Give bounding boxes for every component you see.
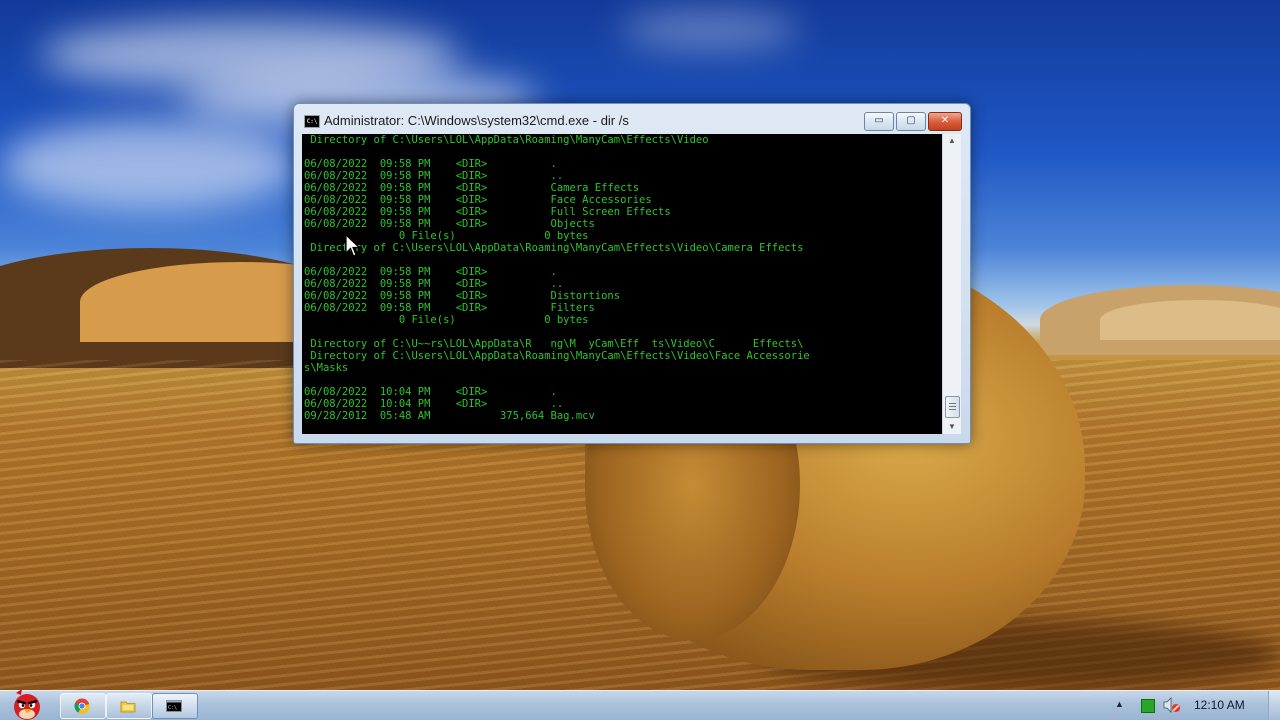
close-button[interactable]: ✕ — [928, 112, 962, 131]
svg-text:C:\: C:\ — [168, 705, 177, 711]
console-output[interactable]: Directory of C:\Users\LOL\AppData\Roamin… — [302, 134, 942, 434]
angry-bird-start-icon — [14, 689, 40, 720]
cmd-icon[interactable]: C:\ — [304, 115, 320, 128]
scroll-down-arrow-icon[interactable]: ▼ — [943, 420, 961, 434]
vertical-scrollbar[interactable]: ▲ ▼ — [942, 134, 961, 434]
chrome-icon — [74, 698, 90, 714]
window-title: Administrator: C:\Windows\system32\cmd.e… — [324, 113, 629, 128]
show-desktop-button[interactable] — [1268, 691, 1280, 720]
maximize-button[interactable]: ▢ — [896, 112, 926, 131]
tray-expand-icon[interactable]: ▲ — [1115, 699, 1124, 709]
taskbar-cmd-button[interactable]: C:\ — [152, 693, 198, 719]
minimize-button[interactable]: ▭ — [864, 112, 894, 131]
console-text: Directory of C:\Users\LOL\AppData\Roamin… — [304, 134, 810, 422]
folder-icon — [120, 701, 136, 713]
volume-muted-icon[interactable] — [1163, 697, 1181, 713]
taskbar-explorer-button[interactable] — [106, 693, 152, 719]
network-icon[interactable] — [1141, 699, 1155, 713]
system-clock[interactable]: 12:10 AM — [1194, 698, 1245, 712]
scrollbar-thumb[interactable] — [945, 396, 960, 418]
start-button[interactable] — [6, 687, 48, 720]
cmd-window[interactable]: C:\ Administrator: C:\Windows\system32\c… — [293, 103, 971, 444]
window-titlebar[interactable]: C:\ Administrator: C:\Windows\system32\c… — [294, 104, 970, 134]
cmd-icon: C:\ — [166, 700, 182, 712]
taskbar: C:\ ▲ 12:10 AM — [0, 687, 1280, 720]
scroll-up-arrow-icon[interactable]: ▲ — [943, 134, 961, 148]
taskbar-chrome-button[interactable] — [60, 693, 106, 719]
